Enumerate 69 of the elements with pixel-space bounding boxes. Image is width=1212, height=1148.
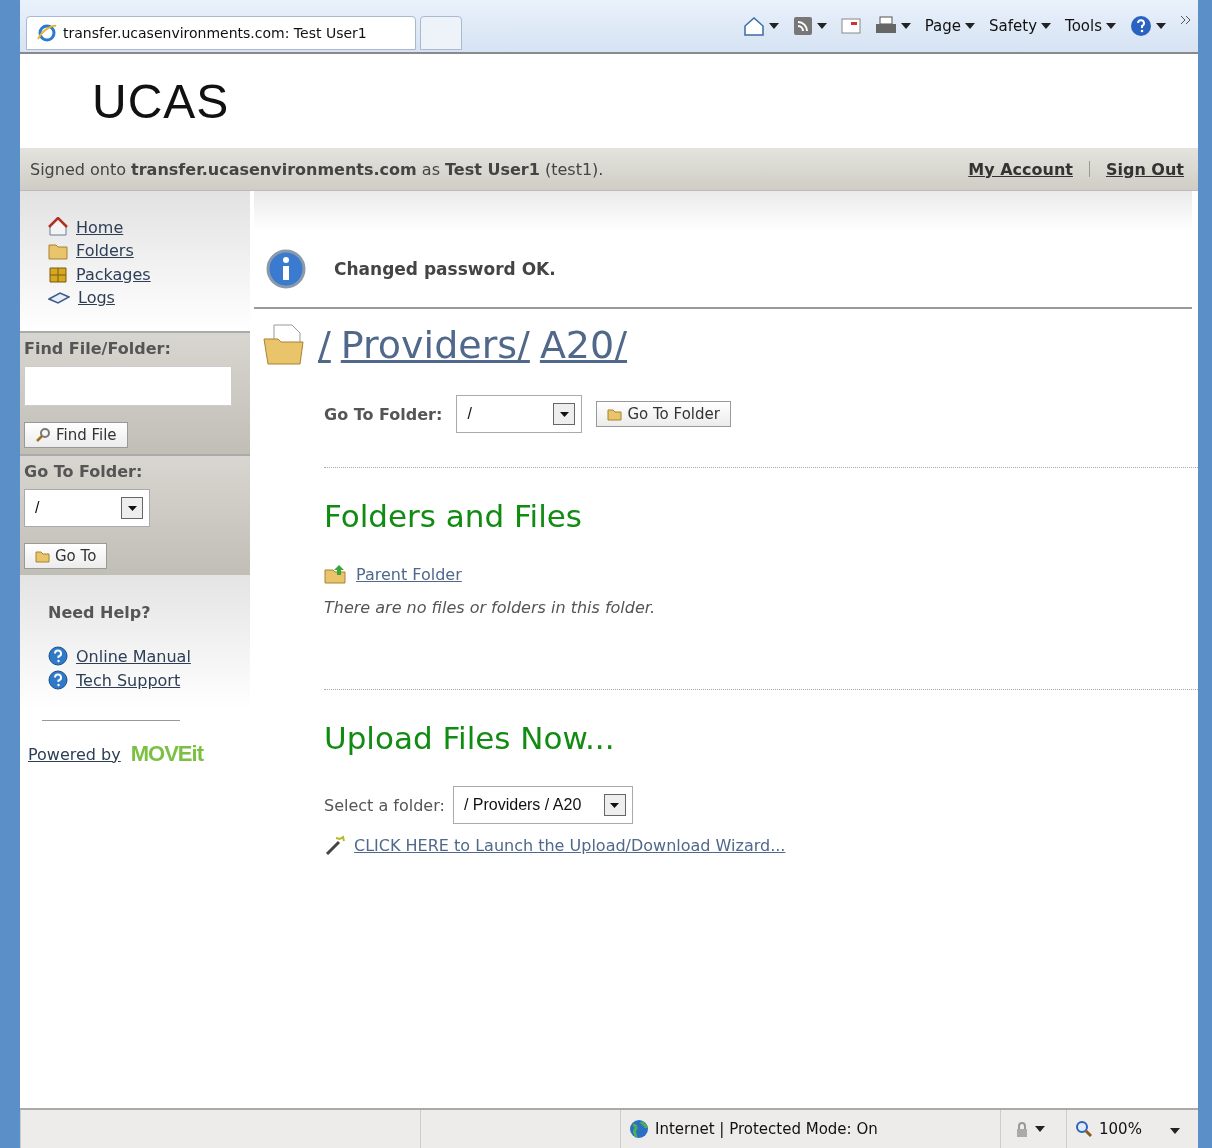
- caret-icon[interactable]: [768, 23, 779, 29]
- nav-link[interactable]: Home: [76, 217, 124, 237]
- toolbar-menu[interactable]: Page: [924, 17, 976, 35]
- find-file-button[interactable]: Find File: [24, 422, 128, 448]
- help-link[interactable]: Online Manual: [76, 646, 191, 666]
- wand-icon: [324, 834, 346, 856]
- go-to-folder-label: Go To Folder:: [324, 404, 443, 424]
- folder-icon: [48, 241, 68, 260]
- browser-tab[interactable]: transfer.ucasenvironments.com: Test User1: [26, 16, 416, 50]
- mail-icon[interactable]: [840, 18, 861, 34]
- nav-link[interactable]: Packages: [76, 264, 151, 284]
- help-icon[interactable]: [1130, 15, 1152, 37]
- help-icon: [48, 646, 68, 666]
- security-zone-text: Internet | Protected Mode: On: [655, 1120, 878, 1138]
- folder-select[interactable]: /: [456, 395, 583, 433]
- breadcrumb-link[interactable]: A20/: [539, 323, 628, 367]
- search-field[interactable]: [24, 366, 232, 406]
- printer-icon[interactable]: [874, 16, 897, 36]
- caret-icon[interactable]: [1041, 23, 1052, 29]
- browser-logo-icon: [37, 23, 57, 43]
- caret-icon[interactable]: [965, 23, 976, 29]
- feed-icon[interactable]: [792, 16, 813, 36]
- caret-icon[interactable]: [900, 23, 911, 29]
- signed-in-text: Signed onto transfer.ucasenvironments.com as Test User1 (test1).: [30, 159, 604, 179]
- caret-icon[interactable]: [1169, 1128, 1180, 1134]
- caret-icon[interactable]: [1035, 1126, 1045, 1132]
- book-icon: [48, 290, 70, 305]
- wizard-link[interactable]: CLICK HERE to Launch the Upload/Download Wizard...: [354, 835, 786, 855]
- package-icon: [48, 264, 68, 284]
- folder-icon: [35, 549, 50, 563]
- parent-folder-link[interactable]: Parent Folder: [356, 564, 462, 584]
- account-link[interactable]: My Account: [968, 159, 1073, 179]
- zoom-level[interactable]: 100%: [1099, 1120, 1142, 1138]
- globe-icon: [629, 1119, 649, 1139]
- chevron-icon[interactable]: [1180, 15, 1192, 25]
- find-label: Find File/Folder:: [24, 339, 171, 358]
- ucas-logo: UCAS: [91, 73, 231, 130]
- upload-folder-select[interactable]: / Providers / A20: [452, 786, 633, 824]
- select-folder-label: Select a folder:: [324, 795, 445, 815]
- empty-folder-text: There are no files or folders in this folder.: [324, 598, 656, 617]
- go-to-folder-label: Go To Folder:: [24, 462, 143, 481]
- toolbar-menu[interactable]: Safety: [989, 17, 1052, 35]
- nav-link[interactable]: Folders: [76, 241, 134, 260]
- caret-icon[interactable]: [1106, 23, 1116, 29]
- info-icon: [266, 249, 306, 289]
- help-link[interactable]: Tech Support: [76, 670, 181, 690]
- breadcrumb-link[interactable]: Providers/: [340, 323, 530, 367]
- nav-link[interactable]: Logs: [78, 288, 115, 307]
- folder-up-icon: [324, 564, 348, 584]
- home-icon[interactable]: [742, 16, 765, 36]
- powered-by-link[interactable]: Powered by: [28, 744, 121, 764]
- account-link[interactable]: Sign Out: [1105, 159, 1184, 179]
- section-heading: Upload Files Now...: [324, 720, 616, 756]
- toolbar-menu[interactable]: Tools: [1065, 17, 1116, 35]
- folder-icon: [607, 407, 623, 421]
- caret-icon[interactable]: [816, 23, 827, 29]
- help-icon: [48, 670, 68, 690]
- go-to-folder-button[interactable]: Go To Folder: [596, 401, 731, 427]
- moveit-logo: MOVEit: [130, 741, 203, 767]
- status-message: Changed password OK.: [334, 259, 556, 279]
- zoom-icon[interactable]: [1075, 1120, 1093, 1138]
- caret-icon[interactable]: [1156, 23, 1166, 29]
- go-to-button[interactable]: Go To: [24, 543, 108, 569]
- search-icon: [35, 427, 51, 443]
- folder-select[interactable]: /: [24, 489, 150, 527]
- house-icon: [48, 217, 68, 237]
- help-heading: Need Help?: [48, 603, 152, 622]
- breadcrumb-link[interactable]: /: [318, 323, 331, 367]
- section-heading: Folders and Files: [324, 498, 583, 534]
